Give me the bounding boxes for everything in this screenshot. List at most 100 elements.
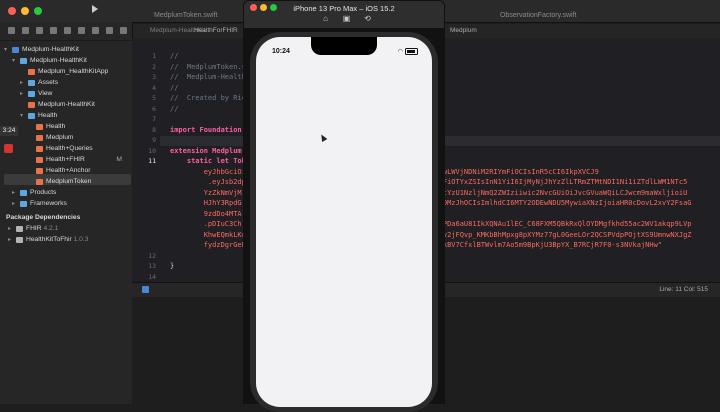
disclosure-icon[interactable]: ▾ xyxy=(4,46,12,53)
time-badge: 3:24 xyxy=(0,126,18,136)
tab-observationfactory[interactable]: ObservationFactory.swift xyxy=(500,12,577,19)
token-line-tail: g3OWFiOTYxZSIsInN1YiI6IjMyNjJhYzZlLTRmZT… xyxy=(426,178,688,186)
navigator-item[interactable]: Medplum_HealthKitApp xyxy=(20,66,128,77)
code-line: // MedplumToken.s xyxy=(170,62,246,71)
code-line: // xyxy=(170,52,179,60)
token-line: KhwEQmkLKw xyxy=(170,230,246,239)
line-number: 11 xyxy=(148,157,156,165)
closing-brace: } xyxy=(170,262,175,270)
line-number: 2 xyxy=(152,62,156,71)
line-number-gutter: 1 2 3 4 5 6 7 8 9 10 11 12 13 14 xyxy=(132,38,160,290)
line-number: 5 xyxy=(152,94,156,102)
token-line: HJhY3RpdG xyxy=(170,199,242,207)
navigator-item[interactable]: Medplum-HealthKit xyxy=(20,99,128,110)
minimize-window-button[interactable] xyxy=(21,7,29,15)
package-name: HealthKitToFhir xyxy=(26,236,72,243)
navigator-item[interactable]: Health+Anchor xyxy=(28,165,128,176)
token-line-tail: xYgRkBV7CfxlBTWvlm7Ao5m9BpKjU3BpYX_B7RCj… xyxy=(426,241,663,249)
swift-file-icon xyxy=(36,167,43,174)
navigator-item[interactable]: Health+FHIR M xyxy=(28,154,128,165)
line-number: 7 xyxy=(152,115,156,123)
line-col-indicator: Line: 11 Col: 515 xyxy=(659,286,708,293)
code-line: import Foundation xyxy=(170,125,242,134)
disclosure-icon[interactable]: ▸ xyxy=(20,79,28,86)
navigator-item[interactable]: Health+Queries xyxy=(28,143,128,154)
package-version: 4.2.1 xyxy=(43,225,59,232)
token-line-tail: iN2UtYzU1NzljNmQ2ZWIziiwic2NvcGUiOiJvcGV… xyxy=(426,188,688,197)
report-nav-icon[interactable] xyxy=(120,27,127,34)
status-bar-time: 10:24 xyxy=(272,48,290,55)
navigator-item-label: Frameworks xyxy=(30,200,67,207)
navigator-tab-bar xyxy=(0,22,132,41)
disclosure-icon[interactable]: ▾ xyxy=(20,112,28,119)
package-fhir[interactable]: ▸ FHIR 4.2.1 xyxy=(8,223,58,234)
navigator-item[interactable]: ▸ Assets xyxy=(20,77,128,88)
record-stop-icon[interactable] xyxy=(4,144,13,153)
disclosure-icon[interactable]: ▸ xyxy=(12,200,20,207)
package-dependencies-header: Package Dependencies xyxy=(6,214,81,221)
debug-nav-icon[interactable] xyxy=(92,27,99,34)
navigator-item[interactable]: ▸ Frameworks xyxy=(12,198,128,209)
folder-icon xyxy=(28,79,35,86)
navigator-item-label: Products xyxy=(30,189,57,196)
navigator-item-label: Health xyxy=(38,112,58,119)
navigator-item[interactable]: ▾ Medplum-HealthKit xyxy=(4,44,128,55)
zoom-window-button[interactable] xyxy=(34,7,42,15)
home-icon[interactable]: ⌂ xyxy=(321,15,330,23)
navigator-item-label: Medplum xyxy=(46,134,74,141)
screenshot-icon[interactable]: ▣ xyxy=(342,15,351,23)
issue-nav-icon[interactable] xyxy=(64,27,71,34)
swift-file-icon xyxy=(36,134,43,141)
tab-medplumtoken[interactable]: MedplumToken.swift xyxy=(154,12,217,19)
swift-file-icon xyxy=(36,123,43,130)
navigator-item[interactable]: Health xyxy=(28,121,128,132)
disclosure-icon[interactable]: ▸ xyxy=(20,90,28,97)
code-line: // Created by Ric xyxy=(170,94,246,102)
symbol-nav-icon[interactable] xyxy=(36,27,43,34)
navigator-item[interactable]: Medplum xyxy=(28,132,128,143)
line-number: 6 xyxy=(152,104,156,113)
token-line: .pDIuC3Ch xyxy=(170,220,242,228)
hide-debug-area-icon[interactable] xyxy=(142,286,149,293)
folder-icon xyxy=(28,90,35,97)
line-number: 13 xyxy=(148,262,156,270)
navigator-item[interactable]: ▸ View xyxy=(20,88,128,99)
folder-nav-icon[interactable] xyxy=(8,27,15,34)
navigator-item[interactable]: ▾ Medplum-HealthKit xyxy=(12,55,128,66)
disclosure-icon[interactable]: ▸ xyxy=(8,236,16,243)
package-healthkittofhir[interactable]: ▸ HealthKitToFhir 1.0.3 xyxy=(8,234,88,245)
breadcrumb-folder[interactable]: HealthForFHIR xyxy=(194,27,238,34)
navigator-item[interactable]: ▾ Health xyxy=(20,110,128,121)
run-icon[interactable] xyxy=(92,5,100,13)
close-window-button[interactable] xyxy=(8,7,16,15)
source-control-icon[interactable] xyxy=(22,27,29,34)
folder-icon xyxy=(20,200,27,207)
device-screen[interactable]: 10:24 ◠ xyxy=(256,37,432,407)
line-number: 9 xyxy=(152,136,156,144)
swift-file-icon xyxy=(36,145,43,152)
swift-file-icon xyxy=(28,68,35,75)
breakpoint-nav-icon[interactable] xyxy=(106,27,113,34)
disclosure-icon[interactable]: ▾ xyxy=(12,57,20,64)
rotate-icon[interactable]: ⟲ xyxy=(363,15,372,23)
navigator-item[interactable]: ▸ Products xyxy=(12,187,128,198)
breadcrumb-file[interactable]: Medplum xyxy=(450,27,477,34)
battery-icon xyxy=(405,48,418,55)
file-icon xyxy=(28,101,35,108)
disclosure-icon[interactable]: ▸ xyxy=(8,225,16,232)
navigator-item[interactable]: MedplumToken xyxy=(28,176,128,187)
test-nav-icon[interactable] xyxy=(78,27,85,34)
line-number: 10 xyxy=(148,146,156,155)
find-nav-icon[interactable] xyxy=(50,27,57,34)
line-number: 14 xyxy=(148,272,156,281)
navigator-item-label: Medplum-HealthKit xyxy=(22,46,79,53)
notch xyxy=(311,37,377,55)
disclosure-icon[interactable]: ▸ xyxy=(12,189,20,196)
navigator-item-label: Health+FHIR xyxy=(46,156,85,163)
navigator-item-label: Medplum-HealthKit xyxy=(38,101,95,108)
line-number: 12 xyxy=(148,251,156,260)
navigator-item-label: Health xyxy=(46,123,66,130)
code-line: // xyxy=(170,83,179,92)
folder-icon xyxy=(28,112,35,119)
modified-badge: M xyxy=(116,156,122,163)
